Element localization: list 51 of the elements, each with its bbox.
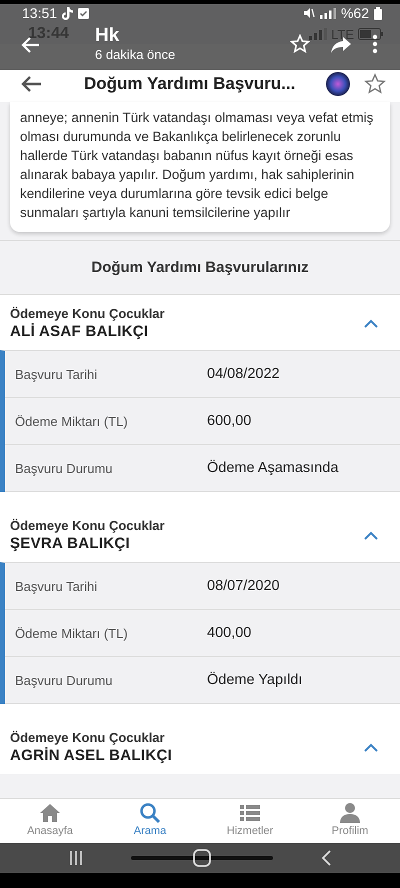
clock-time: 13:51 xyxy=(22,5,58,21)
search-icon xyxy=(139,802,161,824)
detail-value: 08/07/2020 xyxy=(207,578,280,594)
battery-icon xyxy=(374,6,382,20)
detail-value: Ödeme Aşamasında xyxy=(207,460,338,476)
page-title: Doğum Yardımı Başvuru... xyxy=(83,74,296,94)
detail-value: 04/08/2022 xyxy=(207,366,280,382)
detail-label: Başvuru Durumu xyxy=(15,460,114,476)
detail-label: Başvuru Tarihi xyxy=(15,578,98,594)
child-label: Ödemeye Konu Çocuklar xyxy=(10,518,165,533)
child-label: Ödemeye Konu Çocuklar xyxy=(10,306,165,321)
child-name: ŞEVRA BALIKÇI xyxy=(10,535,132,552)
checkbox-icon xyxy=(78,8,90,18)
more-icon[interactable] xyxy=(372,34,378,54)
detail-label: Ödeme Miktarı (TL) xyxy=(15,626,129,640)
child-name: AGRİN ASEL BALIKÇI xyxy=(10,747,172,764)
info-paragraph: anneye; annenin Türk vatandaşı olmaması veya vefat etmiş olması durumunda ve Bakanlıkça belirlenecek zorunlu hallerde Türk vatandaşı babanın nüfus kayıt örneği esas alınarak babaya yapılır. Doğum yardımı, hak sahiplerinin kendilerine veya durumlarına göre tevsik edici belge sunmaları şartıyla kanuni temsilcilerine yapılır xyxy=(20,109,374,222)
star-icon[interactable] xyxy=(364,73,386,95)
tab[interactable]: Anasayfa xyxy=(0,799,100,844)
child-header[interactable]: Ödemeye Konu Çocuklar ALİ ASAF BALIKÇI xyxy=(0,294,400,350)
child-header[interactable]: Ödemeye Konu Çocuklar AGRİN ASEL BALIKÇI xyxy=(0,704,400,774)
tab[interactable]: Profilim xyxy=(300,799,400,844)
back-arrow-icon[interactable] xyxy=(20,75,42,93)
recent-apps-icon[interactable] xyxy=(69,851,83,865)
music-note-icon xyxy=(62,6,74,20)
detail-label: Başvuru Durumu xyxy=(15,672,114,688)
signal-icon xyxy=(320,8,336,18)
chevron-up-icon[interactable] xyxy=(364,318,378,328)
tab[interactable]: Arama xyxy=(100,799,200,844)
viewer-title: Hk xyxy=(95,25,120,47)
viewer-subtitle: 6 dakika önce xyxy=(95,47,176,62)
detail-value: Ödeme Yapıldı xyxy=(207,672,302,688)
detail-label: Başvuru Tarihi xyxy=(15,366,98,382)
person-icon xyxy=(339,802,361,824)
battery-percent: %62 xyxy=(340,5,369,21)
detail-value: 400,00 xyxy=(207,625,252,641)
tab[interactable]: Hizmetler xyxy=(200,799,300,844)
home-pill-icon[interactable] xyxy=(131,849,273,867)
detail-label: Ödeme Miktarı (TL) xyxy=(15,414,129,428)
list-icon xyxy=(239,802,261,824)
section-title: Doğum Yardımı Başvurularınız xyxy=(91,259,309,276)
assistant-orb-icon[interactable] xyxy=(326,72,350,96)
child-label: Ödemeye Konu Çocuklar xyxy=(10,730,166,745)
home-icon xyxy=(39,802,61,824)
back-chevron-icon[interactable] xyxy=(321,850,331,866)
child-header[interactable]: Ödemeye Konu Çocuklar ŞEVRA BALIKÇI xyxy=(0,492,400,562)
child-name: ALİ ASAF BALIKÇI xyxy=(10,323,150,340)
mute-icon xyxy=(302,7,315,19)
chevron-up-icon[interactable] xyxy=(364,530,378,540)
detail-value: 600,00 xyxy=(207,413,252,429)
chevron-up-icon[interactable] xyxy=(364,742,378,752)
